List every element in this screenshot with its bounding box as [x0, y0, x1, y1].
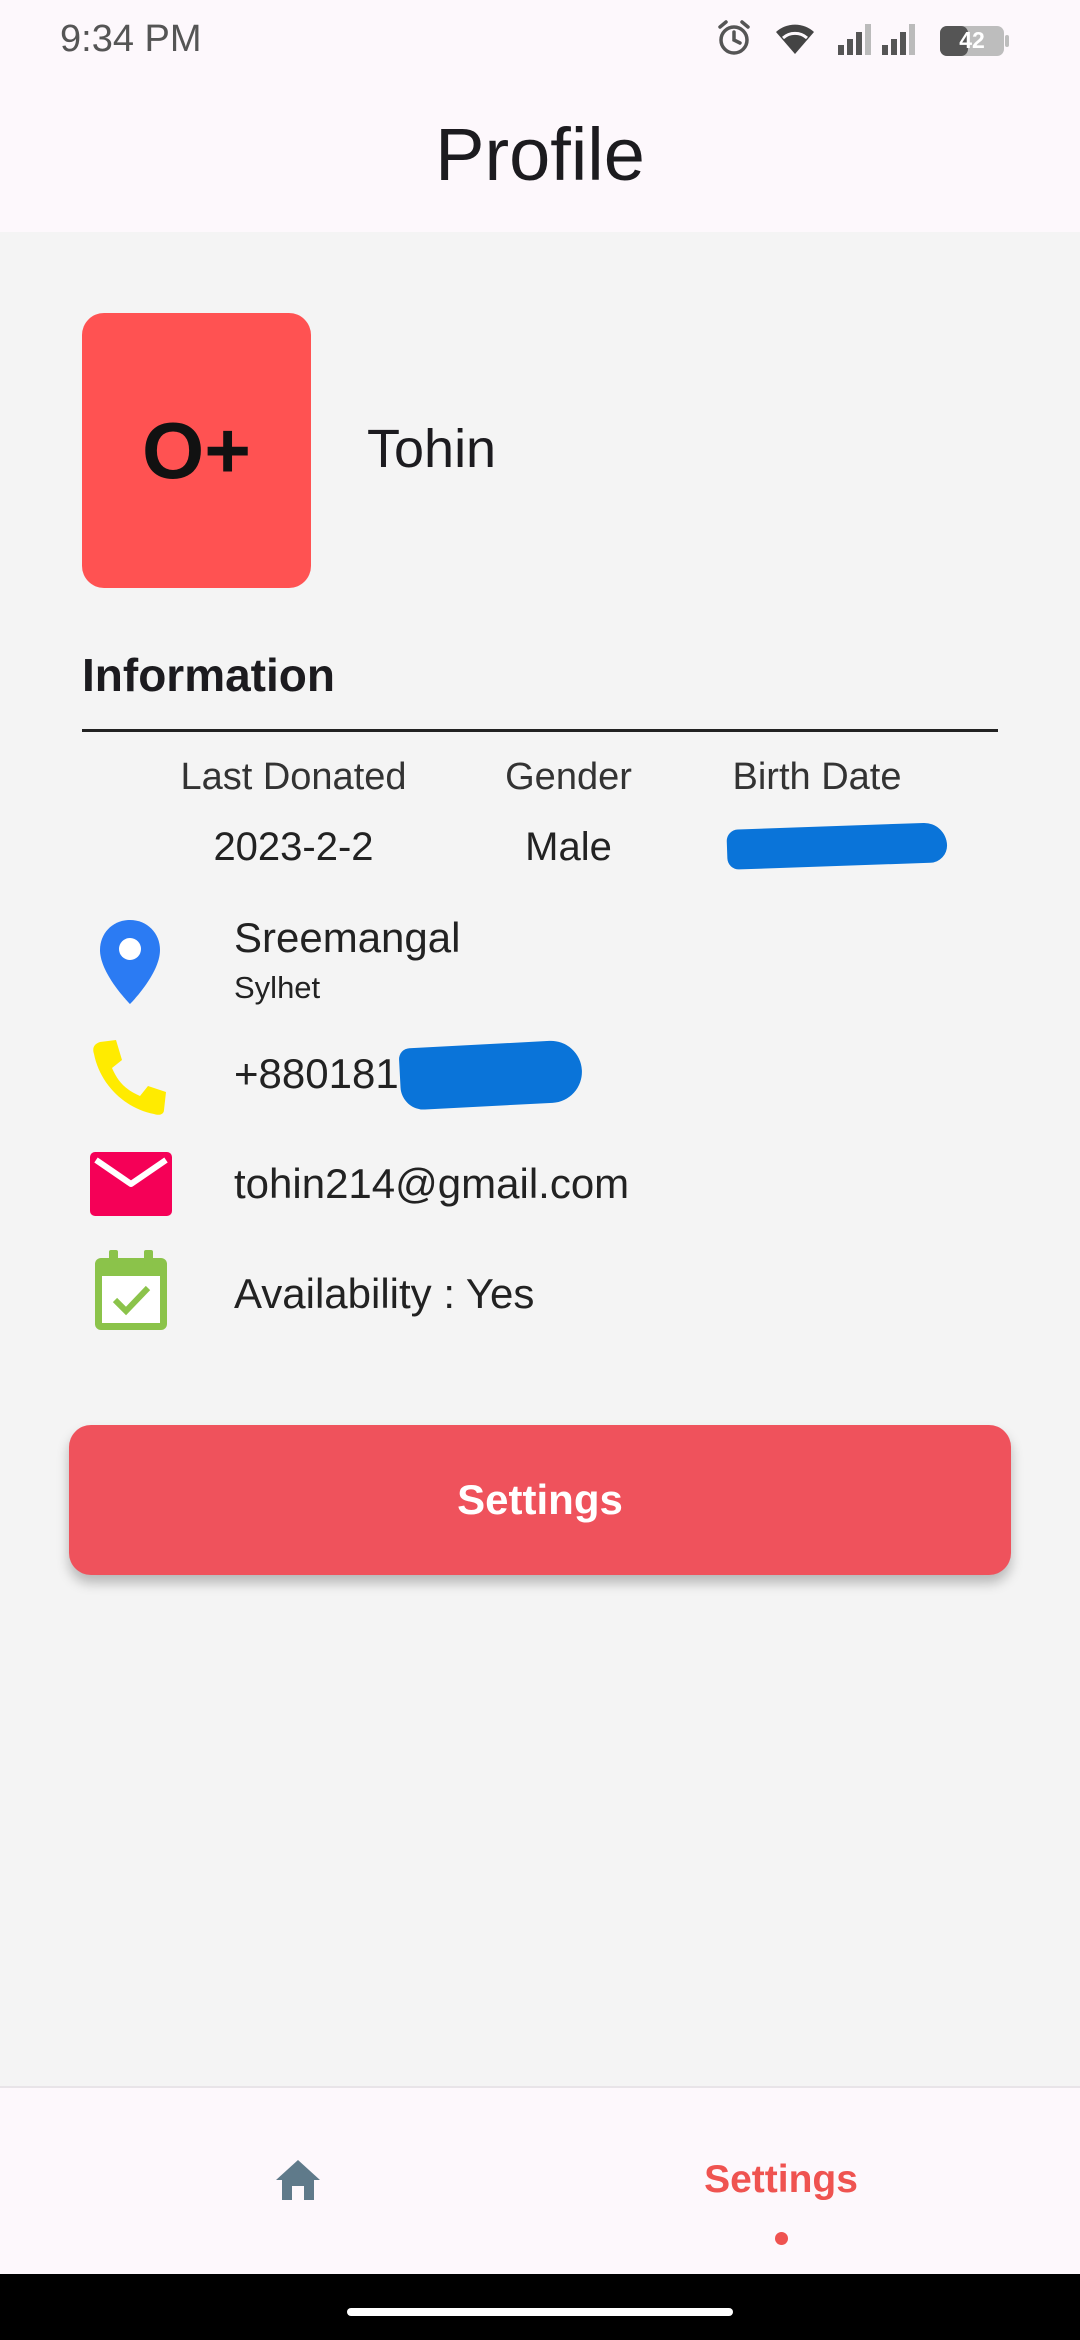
- home-gesture-handle[interactable]: [347, 2308, 733, 2316]
- last-donated-stat: Last Donated 2023-2-2: [176, 756, 411, 870]
- alarm-icon: [714, 18, 754, 63]
- availability-row: Availability : Yes: [0, 1248, 1080, 1334]
- nav-home[interactable]: [250, 2088, 346, 2276]
- birth-date-label: Birth Date: [732, 756, 902, 798]
- last-donated-label: Last Donated: [180, 756, 407, 798]
- location-pin-icon: [98, 918, 162, 1011]
- battery-level: 42: [959, 26, 985, 53]
- status-icons: 42: [714, 18, 1010, 63]
- status-bar: 9:34 PM 42: [0, 0, 1080, 78]
- location-city: Sreemangal: [234, 914, 461, 961]
- phone-redaction: [398, 1039, 584, 1111]
- blood-group-badge: O+: [82, 313, 311, 588]
- phone-number: +880181: [234, 1050, 399, 1097]
- user-name: Tohin: [367, 419, 497, 479]
- nav-settings-label: Settings: [704, 2158, 858, 2201]
- email-row[interactable]: tohin214@gmail.com: [0, 1148, 1080, 1220]
- settings-button[interactable]: Settings: [69, 1425, 1011, 1575]
- app-bar: Profile: [0, 78, 1080, 232]
- battery-icon: 42: [940, 24, 1010, 58]
- home-icon: [274, 2158, 322, 2207]
- settings-button-label: Settings: [457, 1476, 623, 1523]
- blood-group-text: O+: [142, 405, 251, 495]
- bottom-navigation: Settings: [0, 2086, 1080, 2274]
- status-time: 9:34 PM: [60, 18, 202, 60]
- email-address: tohin214@gmail.com: [234, 1160, 630, 1207]
- information-heading: Information: [82, 649, 335, 701]
- wifi-icon: [774, 20, 816, 61]
- mail-icon: [90, 1152, 172, 1221]
- calendar-check-icon: [93, 1250, 169, 1337]
- gender-stat: Gender Male: [500, 756, 637, 870]
- gender-label: Gender: [505, 756, 632, 798]
- information-divider: [82, 729, 998, 732]
- phone-row[interactable]: +880181: [0, 1034, 1080, 1116]
- page-title: Profile: [435, 113, 645, 196]
- nav-active-indicator: [775, 2232, 788, 2245]
- last-donated-value: 2023-2-2: [213, 825, 374, 869]
- birth-date-stat: Birth Date: [727, 756, 907, 799]
- gender-value: Male: [525, 825, 612, 869]
- location-region: Sylhet: [234, 970, 321, 1005]
- signal-icon: [836, 21, 920, 60]
- availability-text: Availability : Yes: [234, 1270, 535, 1317]
- gesture-bar: [0, 2274, 1080, 2340]
- birth-date-redaction: [726, 822, 948, 870]
- location-row: Sreemangal Sylhet: [0, 912, 1080, 1022]
- nav-settings[interactable]: Settings: [680, 2088, 882, 2276]
- phone-icon: [92, 1038, 168, 1121]
